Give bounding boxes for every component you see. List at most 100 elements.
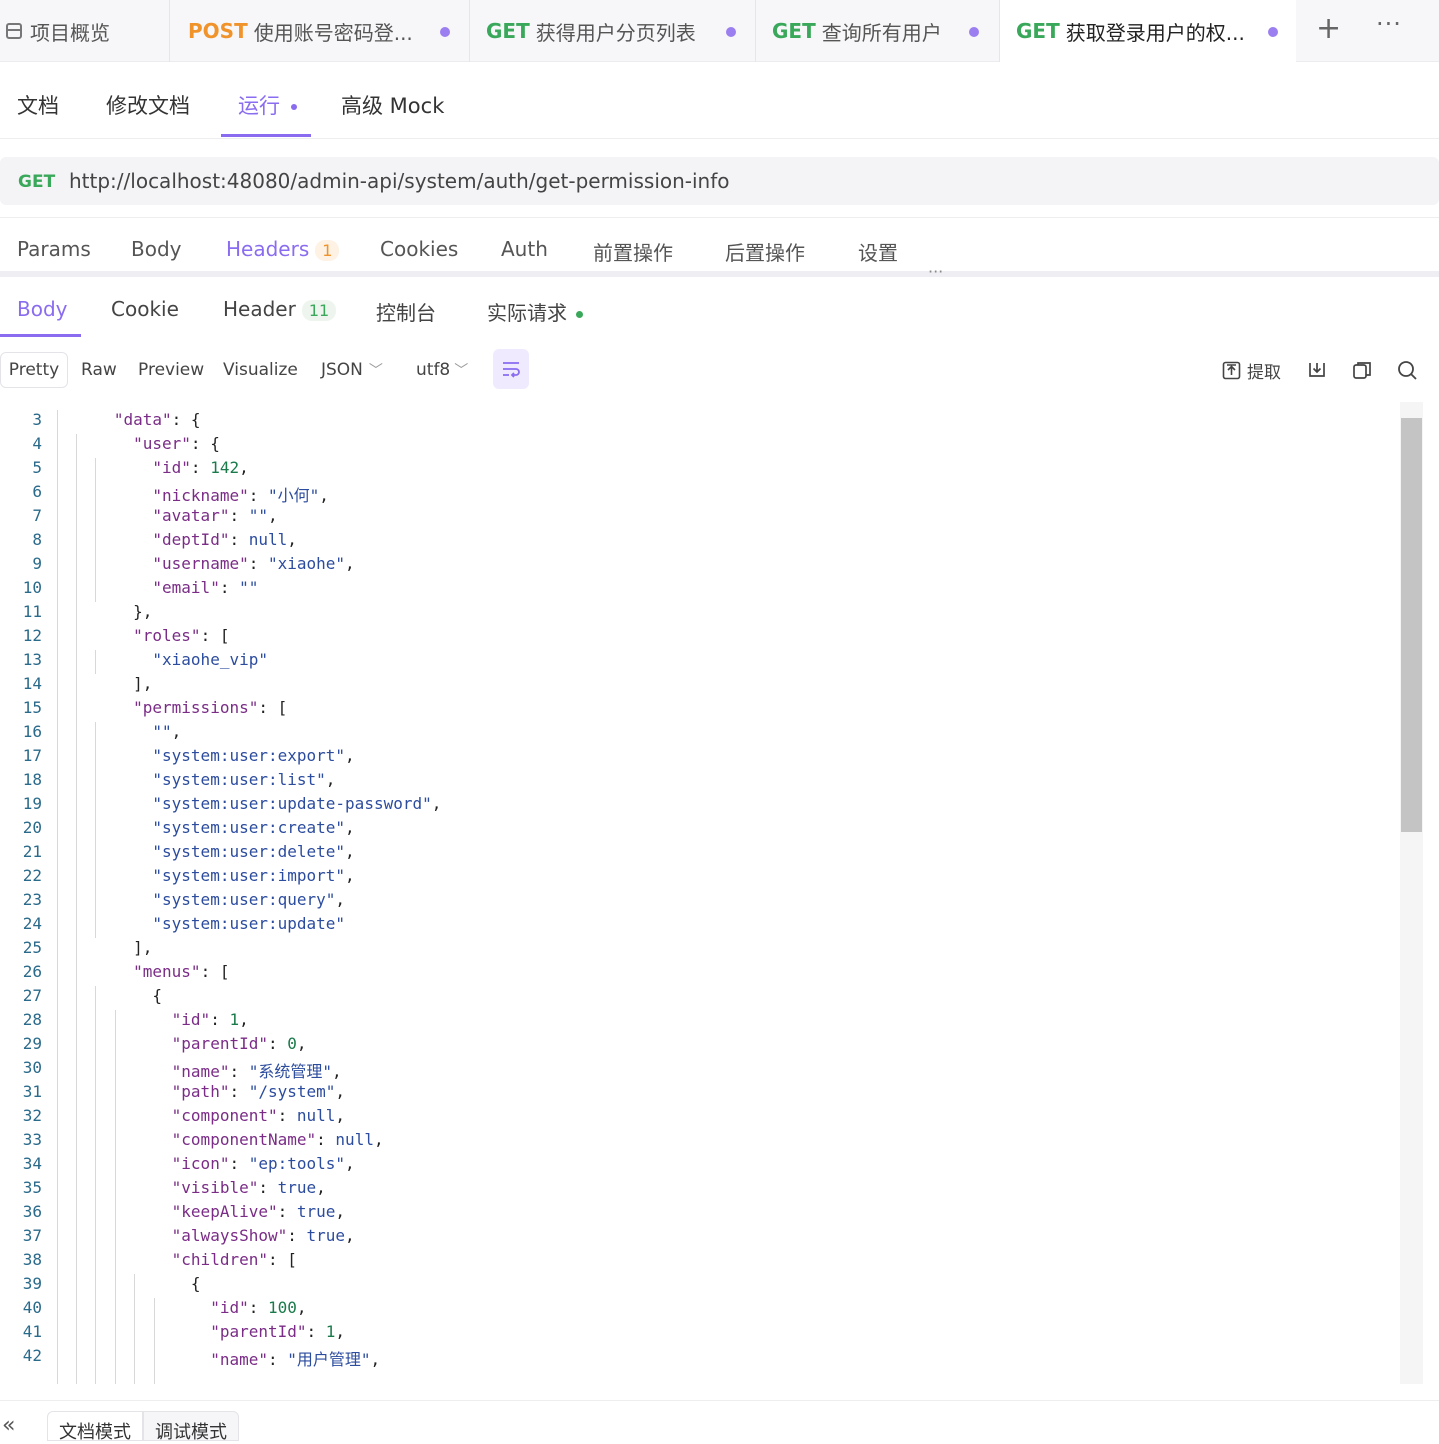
panel-splitter[interactable] bbox=[0, 271, 1439, 277]
view-raw-button[interactable]: Raw bbox=[81, 352, 117, 388]
footer-bar: « 文档模式 调试模式 bbox=[0, 1400, 1439, 1443]
divider bbox=[0, 138, 1439, 139]
line-number: 15 bbox=[22, 698, 42, 717]
url-input[interactable]: http://localhost:48080/admin-api/system/… bbox=[69, 169, 730, 193]
line-number: 10 bbox=[22, 578, 42, 597]
drag-handle-icon[interactable]: ··· bbox=[928, 262, 943, 281]
line-number: 36 bbox=[22, 1202, 42, 1221]
tab-params[interactable]: Params bbox=[17, 237, 91, 261]
line-number: 20 bbox=[22, 818, 42, 837]
download-button[interactable] bbox=[1307, 352, 1327, 388]
tab-label: 实际请求 bbox=[487, 301, 567, 325]
tab-login-request[interactable]: POST 使用账号密码登... bbox=[170, 0, 470, 62]
code-line: "component": null, bbox=[171, 1106, 346, 1125]
code-line: "visible": true, bbox=[171, 1178, 326, 1197]
code-line: "system:user:delete", bbox=[152, 842, 355, 861]
button-label: Pretty bbox=[8, 360, 60, 380]
code-line: "nickname": "小何", bbox=[152, 486, 329, 505]
view-pretty-button[interactable]: Pretty bbox=[0, 352, 68, 388]
code-line: "system:user:update-password", bbox=[152, 794, 442, 813]
code-line: "xiaohe_vip" bbox=[152, 650, 268, 669]
line-number: 34 bbox=[22, 1154, 42, 1173]
format-select[interactable]: JSON ﹀ bbox=[321, 352, 383, 388]
wrap-lines-button[interactable] bbox=[493, 349, 529, 389]
line-number: 29 bbox=[22, 1034, 42, 1053]
tab-docs[interactable]: 文档 bbox=[17, 90, 59, 120]
line-number: 16 bbox=[22, 722, 42, 741]
wrap-icon bbox=[503, 362, 520, 378]
encoding-select[interactable]: utf8 ﹀ bbox=[416, 352, 468, 388]
code-line: "username": "xiaohe", bbox=[152, 554, 355, 573]
method-selector[interactable]: GET bbox=[18, 172, 55, 192]
code-line: "name": "用户管理", bbox=[210, 1350, 381, 1369]
tab-response-cookie[interactable]: Cookie bbox=[111, 297, 179, 321]
search-icon bbox=[1398, 360, 1417, 380]
tab-body[interactable]: Body bbox=[131, 237, 182, 261]
button-label: 文档模式 bbox=[59, 1422, 131, 1443]
tab-run[interactable]: 运行 bbox=[238, 90, 297, 120]
copy-button[interactable] bbox=[1352, 352, 1372, 388]
modified-dot-icon bbox=[290, 104, 297, 110]
method-label: GET bbox=[486, 19, 530, 43]
url-bar[interactable]: GET http://localhost:48080/admin-api/sys… bbox=[0, 157, 1439, 205]
status-dot-icon bbox=[576, 311, 584, 318]
tab-cookies[interactable]: Cookies bbox=[380, 237, 458, 261]
code-line: "roles": [ bbox=[133, 626, 230, 645]
tab-pre-processors[interactable]: 前置操作 bbox=[593, 237, 673, 266]
line-number: 18 bbox=[22, 770, 42, 789]
extract-icon bbox=[1222, 361, 1241, 379]
line-number: 19 bbox=[22, 794, 42, 813]
tab-edit-docs[interactable]: 修改文档 bbox=[106, 90, 190, 120]
chevron-down-icon: ﹀ bbox=[454, 363, 469, 379]
method-label: GET bbox=[772, 19, 816, 43]
unsaved-dot-icon bbox=[440, 27, 450, 37]
scrollbar-thumb[interactable] bbox=[1401, 418, 1422, 832]
tab-post-processors[interactable]: 后置操作 bbox=[725, 237, 805, 266]
tab-auth[interactable]: Auth bbox=[501, 237, 548, 261]
code-line: "keepAlive": true, bbox=[171, 1202, 346, 1221]
tab-label: 运行 bbox=[238, 94, 280, 118]
tab-label: 获取登录用户的权... bbox=[1065, 20, 1245, 45]
code-line: "parentId": 0, bbox=[171, 1034, 307, 1053]
line-number: 27 bbox=[22, 986, 42, 1005]
line-number: 41 bbox=[22, 1322, 42, 1341]
tab-advanced-mock[interactable]: 高级 Mock bbox=[341, 90, 444, 120]
tab-response-body[interactable]: Body bbox=[17, 297, 68, 321]
line-number: 37 bbox=[22, 1226, 42, 1245]
more-icon[interactable]: ··· bbox=[1376, 10, 1402, 38]
tab-response-header[interactable]: Header 11 bbox=[223, 297, 337, 321]
line-number: 31 bbox=[22, 1082, 42, 1101]
code-line: "data": { bbox=[113, 410, 201, 429]
code-line: "id": 1, bbox=[171, 1010, 249, 1029]
line-number: 8 bbox=[32, 530, 42, 549]
chevron-down-icon: ﹀ bbox=[368, 363, 383, 379]
unsaved-dot-icon bbox=[1268, 27, 1278, 37]
extract-button[interactable]: 提取 bbox=[1222, 352, 1281, 388]
tab-settings[interactable]: 设置 bbox=[858, 237, 898, 266]
method-label: GET bbox=[1016, 19, 1060, 43]
code-line: "alwaysShow": true, bbox=[171, 1226, 355, 1245]
tab-project-overview[interactable]: 项目概览 bbox=[0, 0, 170, 62]
view-preview-button[interactable]: Preview bbox=[138, 352, 204, 388]
tab-permission-info-request[interactable]: GET 获取登录用户的权... bbox=[1000, 0, 1296, 62]
collapse-sidebar-icon[interactable]: « bbox=[2, 1415, 15, 1437]
unsaved-dot-icon bbox=[726, 27, 736, 37]
tab-label: 使用账号密码登... bbox=[253, 20, 413, 45]
line-number: 32 bbox=[22, 1106, 42, 1125]
add-tab-icon[interactable]: + bbox=[1316, 14, 1341, 44]
tab-headers[interactable]: Headers 1 bbox=[226, 237, 340, 261]
view-visualize-button[interactable]: Visualize bbox=[223, 352, 298, 388]
code-line: "menus": [ bbox=[133, 962, 230, 981]
tab-user-page-request[interactable]: GET 获得用户分页列表 bbox=[470, 0, 756, 62]
code-line: }, bbox=[94, 602, 153, 621]
tab-actual-request[interactable]: 实际请求 bbox=[487, 297, 584, 326]
tab-all-users-request[interactable]: GET 查询所有用户 bbox=[756, 0, 1000, 62]
tab-console[interactable]: 控制台 bbox=[376, 297, 436, 326]
line-number: 4 bbox=[32, 434, 42, 453]
line-number: 21 bbox=[22, 842, 42, 861]
search-button[interactable] bbox=[1397, 352, 1418, 388]
line-number: 6 bbox=[32, 482, 42, 501]
line-number: 17 bbox=[22, 746, 42, 765]
method-label: POST bbox=[188, 19, 248, 43]
response-body-viewer[interactable]: 3 "data": {4 "user": {5 "id": 142, 6 "nic… bbox=[0, 402, 1400, 1384]
